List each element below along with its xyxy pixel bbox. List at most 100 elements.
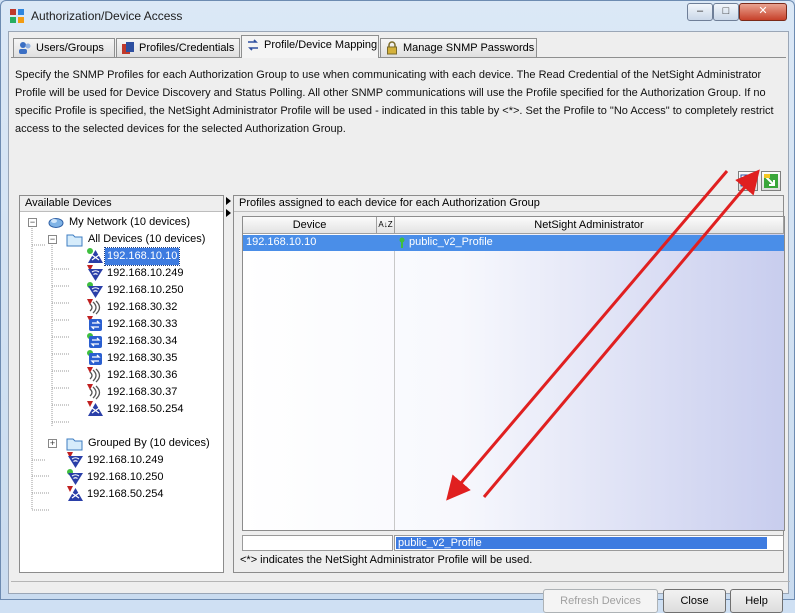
switch-icon — [87, 333, 102, 348]
tab-profile-device-mapping[interactable]: Profile/Device Mapping — [241, 35, 379, 58]
profile-cell: public_v2_Profile — [409, 236, 493, 248]
tree-node-label: 192.168.10.250 — [107, 284, 184, 296]
tree-node-my-network[interactable]: − My Network (10 devices) — [20, 214, 225, 231]
tree-node-device[interactable]: 192.168.10.10 — [20, 247, 225, 266]
column-header-netsight-administrator[interactable]: NetSight Administrator — [395, 217, 784, 234]
tree-node-label: 192.168.10.249 — [107, 267, 184, 279]
tree-node-label: 192.168.30.32 — [107, 301, 178, 313]
tree-node-all-devices[interactable]: − All Devices (10 devices) — [20, 231, 225, 248]
wireless-icon — [87, 265, 103, 281]
sort-button[interactable]: A↓Z — [377, 217, 395, 234]
tree-node-device[interactable]: 192.168.30.35 — [20, 350, 225, 367]
column-label: NetSight Administrator — [534, 219, 644, 231]
tree-node-device[interactable]: 192.168.10.250 — [20, 282, 225, 299]
profiles-icon — [122, 42, 134, 54]
device-tree[interactable]: − My Network (10 devices) − All Devices … — [20, 214, 223, 572]
column-label: Device — [292, 219, 327, 231]
router-icon — [67, 486, 83, 501]
profile-mapping-table[interactable]: Device A↓Z NetSight Administrator 192.16… — [242, 216, 785, 531]
maximize-button[interactable]: □ — [713, 3, 739, 21]
mapping-icon — [248, 39, 258, 51]
table-view-button[interactable] — [738, 171, 758, 191]
network-cloud-icon — [48, 218, 64, 228]
profile-editor-row: public_v2_Profile — [242, 535, 785, 551]
tree-node-device[interactable]: 192.168.30.34 — [20, 333, 225, 350]
minimize-button[interactable]: – — [687, 3, 713, 21]
switch-icon — [87, 316, 102, 331]
tree-node-grouped-by[interactable]: + Grouped By (10 devices) — [20, 435, 225, 452]
profile-select[interactable]: public_v2_Profile — [394, 535, 784, 551]
tab-label: Manage SNMP Passwords — [403, 42, 535, 54]
assign-profile-button[interactable] — [761, 171, 781, 191]
panel-splitter[interactable] — [224, 195, 233, 573]
folder-icon — [66, 234, 83, 247]
sort-az-icon: A↓Z — [378, 220, 393, 229]
tree-node-label: My Network (10 devices) — [69, 216, 191, 228]
tab-label: Profiles/Credentials — [139, 42, 235, 54]
tree-node-device[interactable]: 192.168.10.249 — [20, 265, 225, 282]
router-icon — [87, 401, 103, 416]
tree-node-device[interactable]: 192.168.10.249 — [20, 452, 225, 469]
tree-node-label: 192.168.50.254 — [107, 403, 184, 415]
close-window-button[interactable]: ✕ — [739, 3, 787, 21]
wireless-icon — [67, 469, 83, 485]
profiles-panel-title: Profiles assigned to each device for eac… — [234, 196, 783, 212]
tree-node-label: 192.168.30.33 — [107, 318, 178, 330]
profiles-assignment-panel: Profiles assigned to each device for eac… — [233, 195, 785, 573]
tree-node-device[interactable]: 192.168.30.33 — [20, 316, 225, 333]
lock-icon — [387, 41, 397, 55]
table-row[interactable]: 192.168.10.10 public_v2_Profile — [243, 235, 784, 251]
tree-node-label: Grouped By (10 devices) — [88, 437, 210, 449]
tree-node-label: 192.168.30.35 — [107, 352, 178, 364]
tree-node-label: 192.168.30.37 — [107, 386, 178, 398]
tab-label: Profile/Device Mapping — [264, 39, 378, 51]
footnote-text: <*> indicates the NetSight Administrator… — [240, 554, 533, 566]
available-devices-panel: Available Devices − My Network (10 devic… — [19, 195, 224, 573]
tab-manage-snmp-passwords[interactable]: Manage SNMP Passwords — [380, 38, 537, 58]
column-header-device[interactable]: Device — [243, 217, 377, 234]
expand-toggle[interactable]: + — [48, 439, 57, 448]
access-point-icon — [87, 367, 101, 383]
description-text: Specify the SNMP Profiles for each Autho… — [15, 69, 774, 135]
tree-node-label: All Devices (10 devices) — [88, 233, 206, 245]
refresh-devices-button[interactable]: Refresh Devices — [543, 589, 658, 613]
tab-label: Users/Groups — [36, 42, 104, 54]
splitter-arrows-icon — [226, 197, 231, 217]
dialog-body: Users/Groups Profiles/Credentials Profil… — [8, 31, 790, 613]
access-point-icon — [87, 384, 101, 400]
device-editor-cell — [242, 535, 393, 551]
tree-node-device[interactable]: 192.168.30.36 — [20, 367, 225, 384]
access-point-icon — [87, 299, 101, 315]
router-icon — [87, 248, 103, 263]
tree-node-label: 192.168.10.249 — [87, 454, 164, 466]
collapse-toggle[interactable]: − — [48, 235, 57, 244]
button-bar-separator — [11, 581, 790, 582]
tree-node-label: 192.168.10.10 — [103, 247, 181, 266]
available-devices-title: Available Devices — [20, 196, 223, 212]
tree-node-label: 192.168.30.34 — [107, 335, 178, 347]
tree-node-device[interactable]: 192.168.30.32 — [20, 299, 225, 316]
tree-node-device[interactable]: 192.168.30.37 — [20, 384, 225, 401]
tree-node-label: 192.168.50.254 — [87, 488, 164, 500]
tree-node-device[interactable]: 192.168.10.250 — [20, 469, 225, 486]
tree-node-device[interactable]: 192.168.50.254 — [20, 401, 225, 418]
tree-node-label: 192.168.30.36 — [107, 369, 178, 381]
authorization-device-access-window: Authorization/Device Access – □ ✕ Users/… — [0, 0, 795, 613]
tree-node-device[interactable]: 192.168.50.254 — [20, 486, 225, 503]
tab-profiles-credentials[interactable]: Profiles/Credentials — [116, 38, 240, 58]
tab-users-groups[interactable]: Users/Groups — [13, 38, 115, 58]
device-cell: 192.168.10.10 — [246, 236, 317, 248]
close-button[interactable]: Close — [663, 589, 726, 613]
folder-icon — [66, 438, 83, 451]
collapse-toggle[interactable]: − — [28, 218, 37, 227]
switch-icon — [87, 350, 102, 365]
title-bar[interactable]: Authorization/Device Access – □ ✕ — [1, 1, 794, 31]
app-icon — [10, 9, 24, 23]
profile-select-value: public_v2_Profile — [396, 537, 767, 549]
window-title: Authorization/Device Access — [31, 9, 183, 23]
key-icon — [399, 237, 405, 248]
wireless-icon — [87, 282, 103, 298]
column-divider — [394, 235, 395, 530]
assign-arrow-icon — [764, 174, 778, 188]
help-button[interactable]: Help — [730, 589, 783, 613]
